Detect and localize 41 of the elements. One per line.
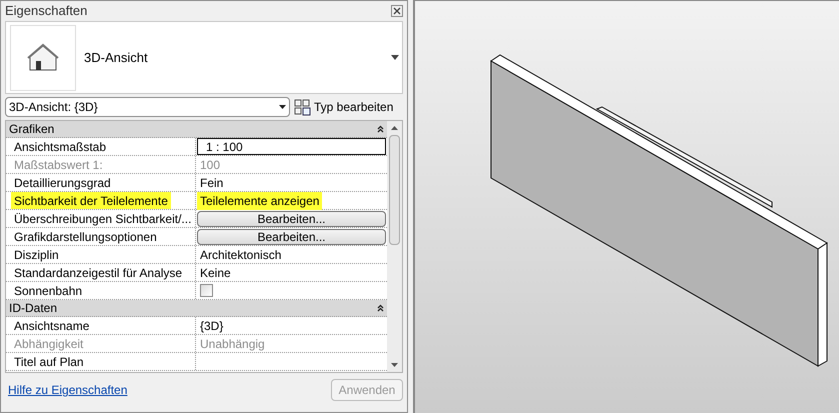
checkbox[interactable]	[200, 284, 213, 297]
property-label: Überschreibungen Sichtbarkeit/...	[13, 210, 192, 227]
type-header[interactable]: 3D-Ansicht	[5, 21, 403, 94]
property-value: Teilelemente anzeigen	[197, 192, 322, 210]
property-label: Sichtbarkeit der Teilelemente	[11, 192, 171, 209]
chevron-icon[interactable]	[377, 125, 384, 133]
property-value: 100	[199, 156, 222, 174]
edit-button[interactable]: Bearbeiten...	[197, 228, 386, 244]
property-label: Disziplin	[13, 246, 60, 263]
scrollbar[interactable]	[387, 121, 402, 372]
type-name: 3D-Ansicht	[84, 48, 149, 67]
property-label: Grafikdarstellungsoptionen	[13, 228, 158, 245]
caret-icon	[391, 55, 399, 60]
property-value: Fein	[199, 174, 224, 192]
edit-button[interactable]: Bearbeiten...	[197, 210, 386, 226]
help-link[interactable]: Hilfe zu Eigenschaften	[8, 381, 128, 399]
house-icon	[27, 42, 59, 72]
property-value: Architektonisch	[199, 246, 282, 264]
category-header[interactable]: ID-Daten	[6, 300, 387, 317]
property-value: {3D}	[199, 318, 224, 334]
type-dropdown[interactable]: 3D-Ansicht: {3D}	[5, 97, 290, 117]
property-label: Maßstabswert 1:	[13, 156, 104, 173]
chevron-icon[interactable]	[377, 304, 384, 312]
property-label: Sonnenbahn	[13, 282, 84, 299]
property-label: Ansichtsname	[13, 318, 90, 334]
property-label: Titel auf Plan	[13, 354, 85, 370]
property-label: Ansichtsmaßstab	[13, 138, 108, 155]
property-label: Detaillierungsgrad	[13, 174, 112, 191]
property-label: Abhängigkeit	[13, 336, 84, 352]
category-header[interactable]: Grafiken	[6, 121, 387, 138]
property-label: Standardanzeigestil für Analyse	[13, 264, 184, 281]
property-value: Unabhängig	[199, 336, 266, 352]
property-value: Keine	[199, 264, 232, 282]
close-icon	[393, 7, 401, 15]
caret-icon	[279, 105, 286, 109]
scale-input[interactable]: 1 : 100	[197, 138, 386, 155]
type-properties-icon	[294, 98, 311, 116]
panel-title: Eigenschaften	[5, 2, 88, 20]
apply-button: Anwenden	[331, 379, 403, 401]
close-button[interactable]	[391, 5, 403, 17]
edit-type-button[interactable]: Typ bearbeiten	[294, 98, 394, 116]
